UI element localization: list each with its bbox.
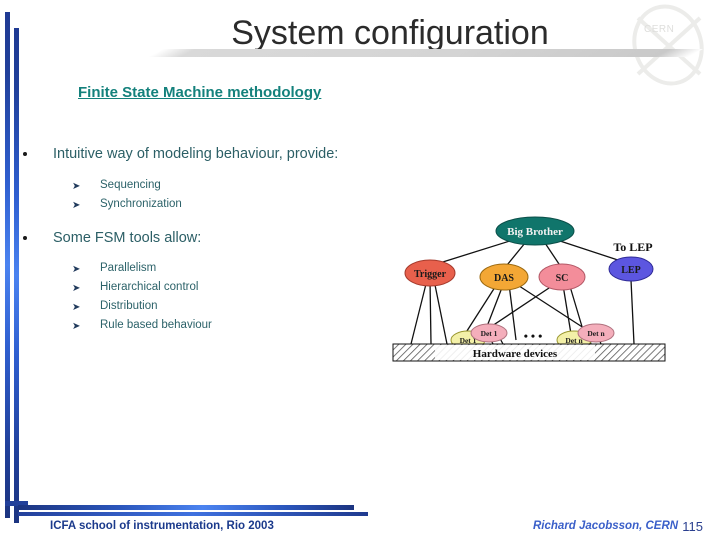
- slide-subtitle: Finite State Machine methodology: [78, 84, 322, 101]
- bullet-level2-label: Parallelism: [100, 262, 157, 274]
- bullet-level1-1: Some FSM tools allow:: [20, 228, 380, 248]
- svg-text:LEP: LEP: [621, 265, 640, 276]
- svg-text:DAS: DAS: [494, 273, 514, 284]
- bullet-dot-icon: [23, 236, 27, 240]
- bullet-level2-0-0: ➤ Sequencing: [20, 176, 380, 195]
- footer-rule-lower: [18, 512, 368, 516]
- arrow-bullet-icon: ➤: [72, 264, 81, 275]
- arrow-bullet-icon: ➤: [72, 283, 81, 294]
- diagram-ellipsis: • • •: [524, 329, 543, 343]
- svg-text:Hardware devices: Hardware devices: [473, 348, 558, 360]
- footer-author-label: Richard Jacobsson, CERN: [533, 520, 679, 532]
- fsm-hierarchy-diagram: Big Brother Trigger DAS SC LEP To LEP De…: [385, 216, 680, 380]
- bullet-level2-1-2: ➤ Distribution: [20, 297, 380, 316]
- bullet-level2-1-0: ➤ Parallelism: [20, 259, 380, 278]
- bullet-dot-icon: [23, 152, 27, 156]
- bullet-level2-1-3: ➤ Rule based behaviour: [20, 316, 380, 335]
- title-underline-bar: [148, 49, 704, 57]
- bullet-level2-1-1: ➤ Hierarchical control: [20, 278, 380, 297]
- svg-text:Trigger: Trigger: [414, 269, 447, 280]
- svg-text:Big Brother: Big Brother: [507, 226, 563, 238]
- arrow-bullet-icon: ➤: [72, 200, 81, 211]
- bullet-level2-label: Rule based behaviour: [100, 319, 212, 331]
- bullet-level2-label: Sequencing: [100, 179, 161, 191]
- page-title: System configuration: [231, 14, 549, 52]
- bullet-level2-label: Distribution: [100, 300, 158, 312]
- diagram-node-das: DAS: [479, 263, 529, 291]
- svg-text:Det 1: Det 1: [481, 329, 498, 338]
- bullet-group-2: Some FSM tools allow: ➤ Parallelism ➤ Hi…: [20, 228, 380, 335]
- left-accent-bar-inner: [14, 28, 19, 523]
- diagram-node-trigger: Trigger: [404, 259, 456, 287]
- diagram-node-det-n-pink: Det n: [577, 323, 615, 343]
- svg-text:Det n: Det n: [587, 329, 605, 338]
- bullet-level2-label: Hierarchical control: [100, 281, 199, 293]
- bullet-group-1: Intuitive way of modeling behaviour, pro…: [20, 144, 380, 214]
- diagram-hardware-bar: Hardware devices: [392, 343, 666, 362]
- left-accent-bar-outer: [5, 12, 10, 518]
- slide-canvas: CERN System configuration Finite State M…: [0, 0, 720, 540]
- diagram-node-det-1-pink: Det 1: [470, 323, 508, 343]
- bullet-level1-label: Intuitive way of modeling behaviour, pro…: [53, 146, 339, 162]
- diagram-node-big-brother: Big Brother: [495, 216, 575, 246]
- bullet-level2-0-1: ➤ Synchronization: [20, 195, 380, 214]
- footer-page-number: 115: [682, 519, 703, 534]
- svg-text:SC: SC: [556, 273, 569, 284]
- diagram-label-to-lep: To LEP: [613, 240, 652, 254]
- arrow-bullet-icon: ➤: [72, 321, 81, 332]
- bullet-level1-0: Intuitive way of modeling behaviour, pro…: [20, 144, 380, 164]
- arrow-bullet-icon: ➤: [72, 181, 81, 192]
- diagram-node-lep: LEP: [608, 256, 654, 282]
- diagram-node-sc: SC: [538, 263, 586, 291]
- bullet-level1-label: Some FSM tools allow:: [53, 230, 202, 246]
- arrow-bullet-icon: ➤: [72, 302, 81, 313]
- bullet-level2-label: Synchronization: [100, 198, 182, 210]
- footer-event-label: ICFA school of instrumentation, Rio 2003: [50, 520, 274, 532]
- footer-rule-upper: [18, 505, 354, 510]
